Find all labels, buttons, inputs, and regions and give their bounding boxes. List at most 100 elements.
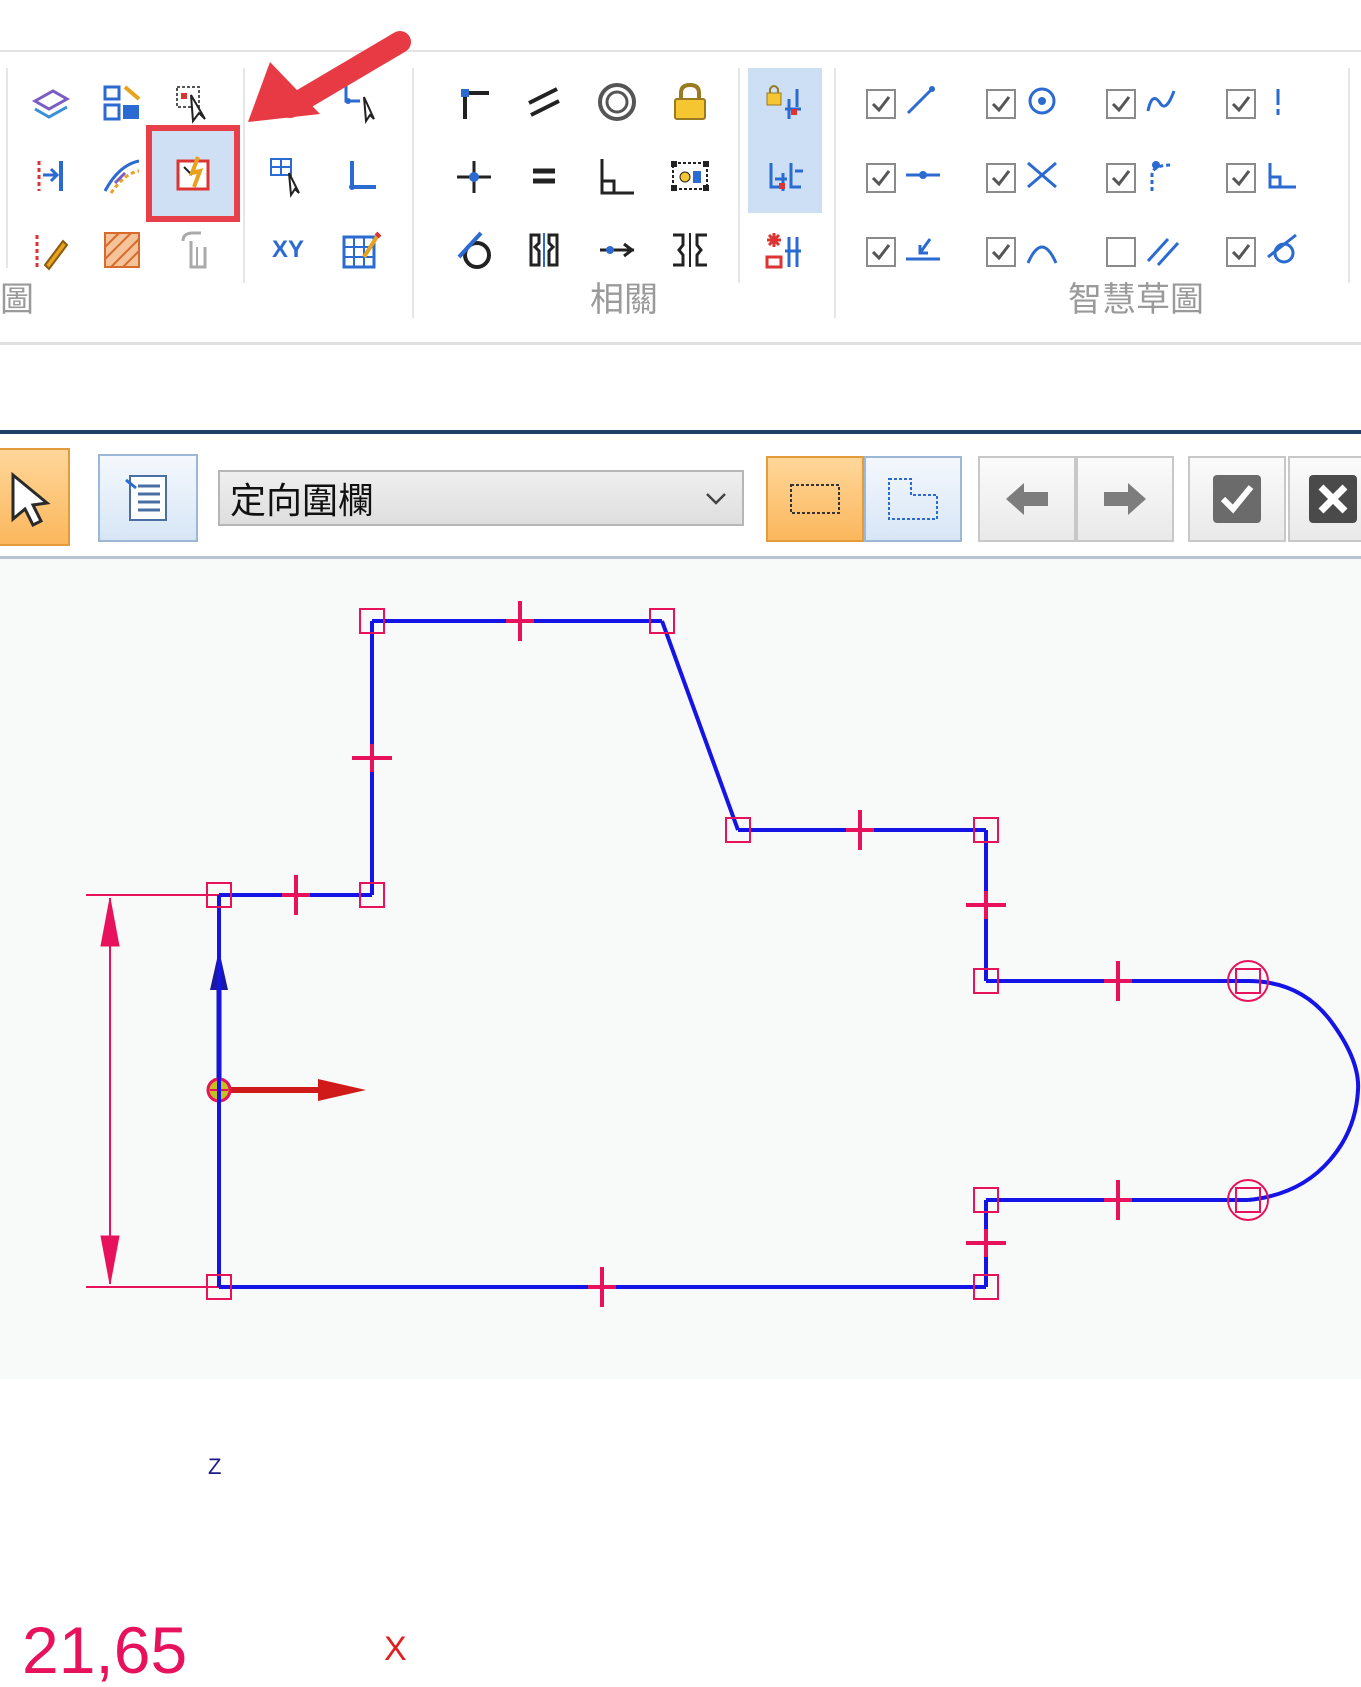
intellisketch-option[interactable]: [986, 84, 1096, 124]
checkbox[interactable]: [986, 89, 1016, 119]
ribbon-top-divider: [0, 50, 1361, 52]
convert-icon[interactable]: [166, 222, 222, 278]
relation-handle[interactable]: [506, 601, 534, 641]
dimension-value[interactable]: 21,65: [22, 1617, 187, 1683]
checkmark-icon: [1231, 244, 1251, 261]
checkmark-icon: [991, 170, 1011, 187]
intellisketch-option[interactable]: [1106, 84, 1216, 124]
checkmark-icon: [1231, 96, 1251, 113]
fill-icon[interactable]: [94, 222, 150, 278]
rigid-set-icon[interactable]: [662, 148, 718, 204]
mirror-icon[interactable]: [22, 148, 78, 204]
fence-mode-select[interactable]: 定向圍欄: [218, 470, 744, 526]
ribbon: 圖 XY 相關 智慧草圖: [0, 0, 1361, 345]
project-icon[interactable]: [22, 74, 78, 130]
relation-handle[interactable]: [282, 875, 310, 915]
profile-lines[interactable]: [217, 619, 1248, 1289]
xy-coordinate-icon[interactable]: XY: [260, 222, 316, 278]
checkmark-icon: [871, 170, 891, 187]
point-on-icon: [902, 231, 944, 273]
relation-handle[interactable]: [1104, 1180, 1132, 1220]
smart-dimension-icon[interactable]: [165, 146, 221, 202]
polygon-fence-button[interactable]: [864, 456, 962, 542]
tangent-icon: [1262, 231, 1304, 273]
callout-arrow-icon: [248, 31, 411, 122]
horizontal-vertical-icon[interactable]: [446, 74, 502, 130]
symmetric-axis-icon[interactable]: [662, 222, 718, 278]
connect-icon[interactable]: [446, 148, 502, 204]
checkbox[interactable]: [1106, 89, 1136, 119]
maintain-relationships-icon[interactable]: [756, 74, 812, 130]
relation-handle[interactable]: [1104, 961, 1132, 1001]
polygon-fence-icon: [888, 478, 938, 520]
checkbox[interactable]: [1226, 89, 1256, 119]
relationship-handles-icon[interactable]: [756, 148, 812, 204]
profile-segment[interactable]: [660, 620, 740, 831]
group-separator: [834, 68, 836, 318]
relationship-assistant-icon[interactable]: [756, 222, 812, 278]
construction-icon[interactable]: [22, 222, 78, 278]
checkbox[interactable]: [866, 163, 896, 193]
checkbox[interactable]: [986, 237, 1016, 267]
intellisketch-option[interactable]: [1226, 232, 1336, 272]
group-separator: [738, 68, 740, 283]
table-edit-icon[interactable]: [333, 222, 389, 278]
checkbox[interactable]: [866, 237, 896, 267]
relation-handle[interactable]: [588, 1267, 616, 1307]
include-icon[interactable]: [94, 74, 150, 130]
lock-icon[interactable]: [662, 74, 718, 130]
concentric-icon[interactable]: [589, 74, 645, 130]
intellisketch-option[interactable]: [866, 84, 976, 124]
intellisketch-option[interactable]: [986, 232, 1096, 272]
next-button[interactable]: [1076, 456, 1174, 542]
relation-handle[interactable]: [352, 744, 392, 772]
tangent-icon[interactable]: [446, 222, 502, 278]
properties-list-icon: [125, 475, 167, 521]
rectangle-fence-button[interactable]: [766, 456, 864, 542]
rectangle-fence-icon: [790, 484, 840, 514]
intersection-icon: [1022, 157, 1064, 199]
symmetric-icon[interactable]: [516, 222, 572, 278]
checkbox[interactable]: [1226, 237, 1256, 267]
checkbox[interactable]: [1226, 163, 1256, 193]
intellisketch-option[interactable]: [866, 232, 976, 272]
intellisketch-option[interactable]: [1106, 232, 1216, 272]
relation-handle[interactable]: [846, 810, 874, 850]
command-bar-top-border: [0, 430, 1361, 434]
group-separator: [6, 68, 8, 268]
intellisketch-option[interactable]: [986, 158, 1096, 198]
sketch-canvas[interactable]: 21,65 X Z: [0, 559, 1361, 1683]
options-button[interactable]: [98, 454, 198, 542]
intellisketch-option[interactable]: [1106, 158, 1216, 198]
relation-handle[interactable]: [966, 1229, 1006, 1257]
equal-icon[interactable]: [516, 148, 572, 204]
accept-button[interactable]: [1188, 456, 1286, 542]
intellisketch-option[interactable]: [1226, 84, 1336, 124]
select-arrow-button[interactable]: [0, 448, 70, 546]
ribbon-bottom-divider: [0, 342, 1361, 345]
offset-curve-icon[interactable]: [94, 148, 150, 204]
xy-label: XY: [271, 236, 304, 263]
collinear-icon[interactable]: [589, 222, 645, 278]
checkbox[interactable]: [986, 163, 1016, 193]
profile-arc[interactable]: [1247, 979, 1361, 1202]
parallel-icon[interactable]: [516, 74, 572, 130]
checkbox[interactable]: [1106, 237, 1136, 267]
previous-button[interactable]: [978, 456, 1076, 542]
select-tool-icon[interactable]: [166, 74, 222, 130]
corner-icon[interactable]: [333, 148, 389, 204]
dimension-linear[interactable]: [86, 894, 225, 1288]
group-label-draw: 圖: [0, 280, 34, 320]
checkmark-icon: [1231, 170, 1251, 187]
parallel-icon: [1142, 231, 1184, 273]
coordinate-axes: [206, 950, 366, 1285]
relation-handle[interactable]: [966, 891, 1006, 919]
endpoint-line-icon: [902, 83, 944, 125]
cancel-button[interactable]: [1288, 456, 1361, 542]
checkbox[interactable]: [1106, 163, 1136, 193]
select-grid-icon[interactable]: [260, 148, 316, 204]
intellisketch-option[interactable]: [866, 158, 976, 198]
intellisketch-option[interactable]: [1226, 158, 1336, 198]
perpendicular-icon[interactable]: [589, 148, 645, 204]
checkbox[interactable]: [866, 89, 896, 119]
